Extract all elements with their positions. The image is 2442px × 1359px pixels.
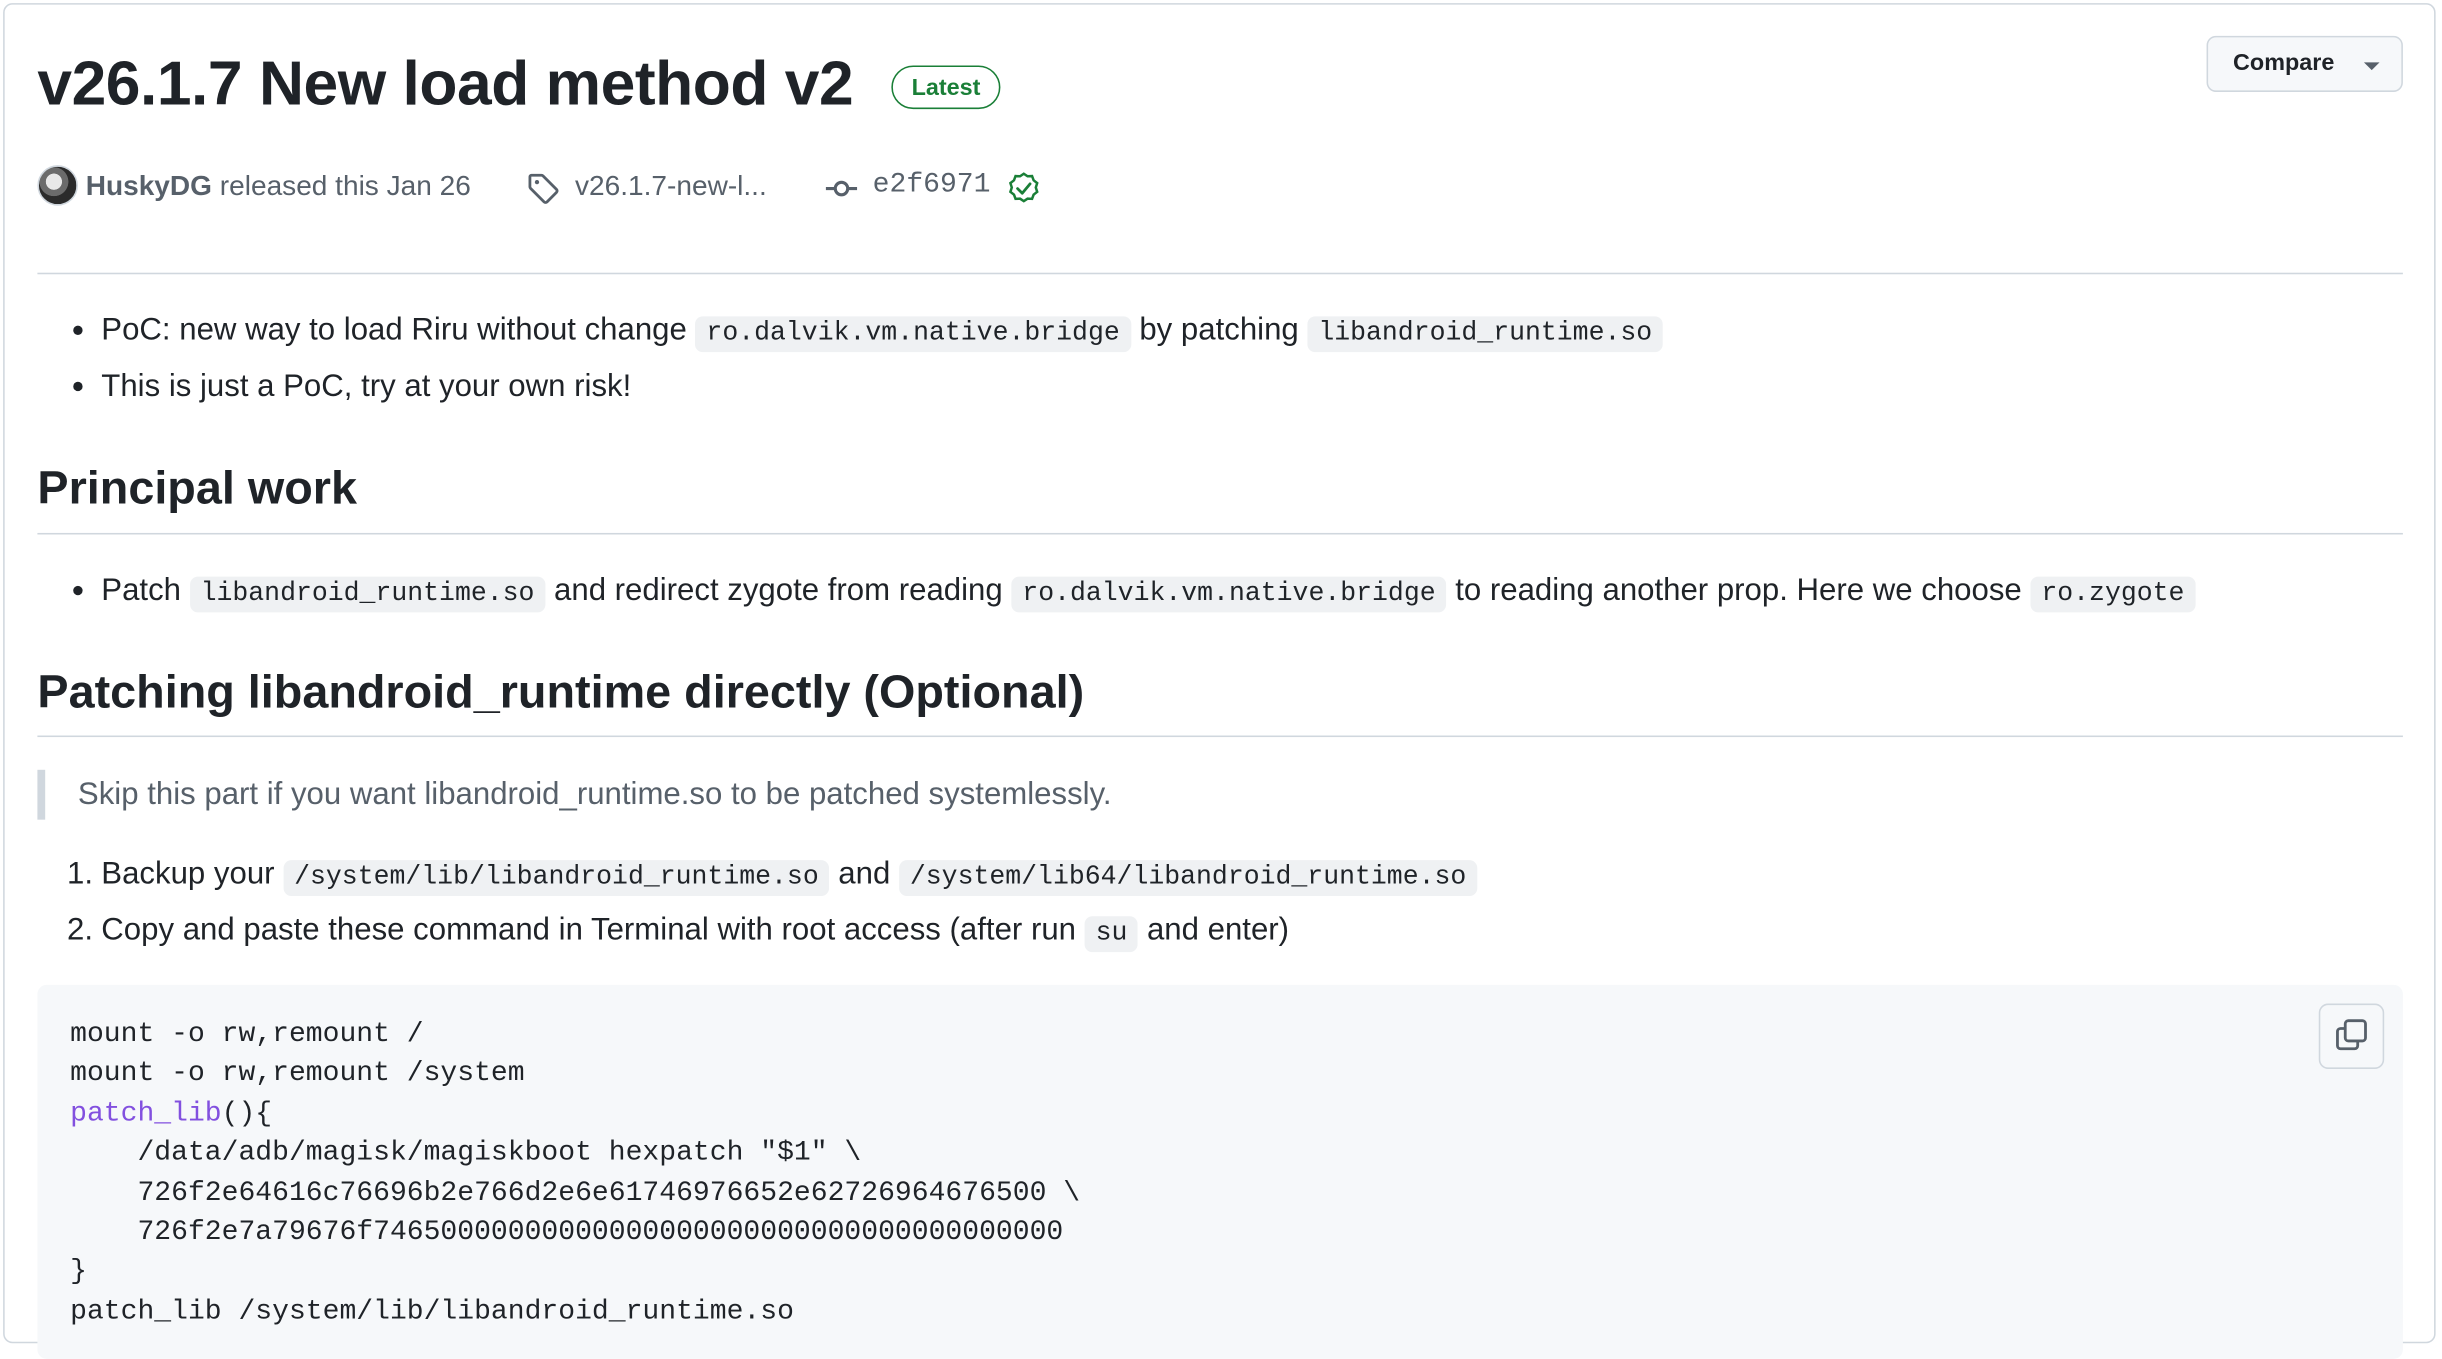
ordered-list-item: 1. Backup your /system/lib/libandroid_ru… <box>67 852 1478 900</box>
copy-icon <box>2336 1019 2367 1051</box>
list-text: to reading another prop. Here we choose <box>1455 573 2022 608</box>
function-name: patch_lib <box>70 1098 222 1130</box>
inline-code: libandroid_runtime.so <box>189 576 546 613</box>
code-text: (){ <box>221 1098 273 1130</box>
copy-button[interactable] <box>2318 1003 2385 1069</box>
code-line: } <box>70 1256 87 1288</box>
divider <box>37 272 2403 275</box>
list-item: Patch libandroid_runtime.so and redirect… <box>73 569 2196 617</box>
compare-button[interactable]: Compare <box>2206 35 2403 92</box>
commit-link[interactable]: e2f6971 <box>873 164 991 211</box>
inline-code: ro.dalvik.vm.native.bridge <box>695 316 1131 353</box>
author-avatar[interactable] <box>37 165 78 206</box>
principal-work-heading: Principal work <box>37 462 357 515</box>
caret-down-icon <box>2363 62 2380 71</box>
tag-icon <box>528 173 559 204</box>
release-title[interactable]: v26.1.7 New load method v2 <box>37 47 853 122</box>
ordered-list-item: 2. Copy and paste these command in Termi… <box>67 908 1290 956</box>
list-text: This is just a PoC, try at your own risk… <box>101 369 632 404</box>
bullet <box>73 381 83 392</box>
inline-code: su <box>1084 916 1139 953</box>
code-line: 726f2e7a79676f74650000000000000000000000… <box>70 1216 1064 1249</box>
bullet <box>73 585 83 596</box>
released-text: released this Jan 26 <box>219 169 471 202</box>
list-text: Copy and paste these command in Terminal… <box>101 913 1077 948</box>
bullet <box>73 325 83 336</box>
code-line: /data/adb/magisk/magiskboot hexpatch "$1… <box>70 1137 862 1169</box>
list-text: Patch <box>101 573 182 608</box>
author-link[interactable]: HuskyDG <box>86 170 212 201</box>
inline-code: ro.zygote <box>2030 576 2196 613</box>
list-item: This is just a PoC, try at your own risk… <box>73 365 632 409</box>
list-number: 1. <box>67 857 94 892</box>
tag-link[interactable]: v26.1.7-new-l... <box>575 164 767 211</box>
inline-code: libandroid_runtime.so <box>1307 316 1664 353</box>
list-text: Backup your <box>101 857 275 892</box>
patching-heading: Patching libandroid_runtime directly (Op… <box>37 666 1085 719</box>
code-line: mount -o rw,remount /system <box>70 1058 525 1090</box>
latest-badge: Latest <box>891 65 1001 110</box>
divider <box>37 735 2403 738</box>
commit-icon <box>825 180 858 197</box>
blockquote: Skip this part if you want libandroid_ru… <box>37 769 1112 820</box>
list-text: PoC: new way to load Riru without change <box>101 313 687 348</box>
list-text: and <box>838 857 891 892</box>
code-block[interactable]: mount -o rw,remount / mount -o rw,remount… <box>37 984 2403 1359</box>
list-text: by patching <box>1139 313 1299 348</box>
inline-code: ro.dalvik.vm.native.bridge <box>1011 576 1447 613</box>
code-content: mount -o rw,remount / mount -o rw,remount… <box>70 1016 1080 1333</box>
list-text: and redirect zygote from reading <box>554 573 1003 608</box>
verified-check-icon[interactable] <box>1007 171 1041 205</box>
code-line: patch_lib /system/lib/libandroid_runtime… <box>70 1296 794 1328</box>
code-line: 726f2e64616c76696b2e766d2e6e61746976652e… <box>70 1177 1081 1209</box>
inline-code: /system/lib/libandroid_runtime.so <box>283 860 830 897</box>
release-byline: HuskyDG released this Jan 26 <box>86 164 471 211</box>
code-line: patch_lib(){ <box>70 1095 1080 1135</box>
list-item: PoC: new way to load Riru without change… <box>73 309 1664 357</box>
divider <box>37 532 2403 535</box>
release-page: v26.1.7 New load method v2 Latest Compar… <box>0 0 2442 1359</box>
list-number: 2. <box>67 913 94 948</box>
compare-label: Compare <box>2233 49 2335 77</box>
list-text: and enter) <box>1146 913 1290 948</box>
code-line: mount -o rw,remount / <box>70 1019 424 1051</box>
inline-code: /system/lib64/libandroid_runtime.so <box>898 860 1478 897</box>
